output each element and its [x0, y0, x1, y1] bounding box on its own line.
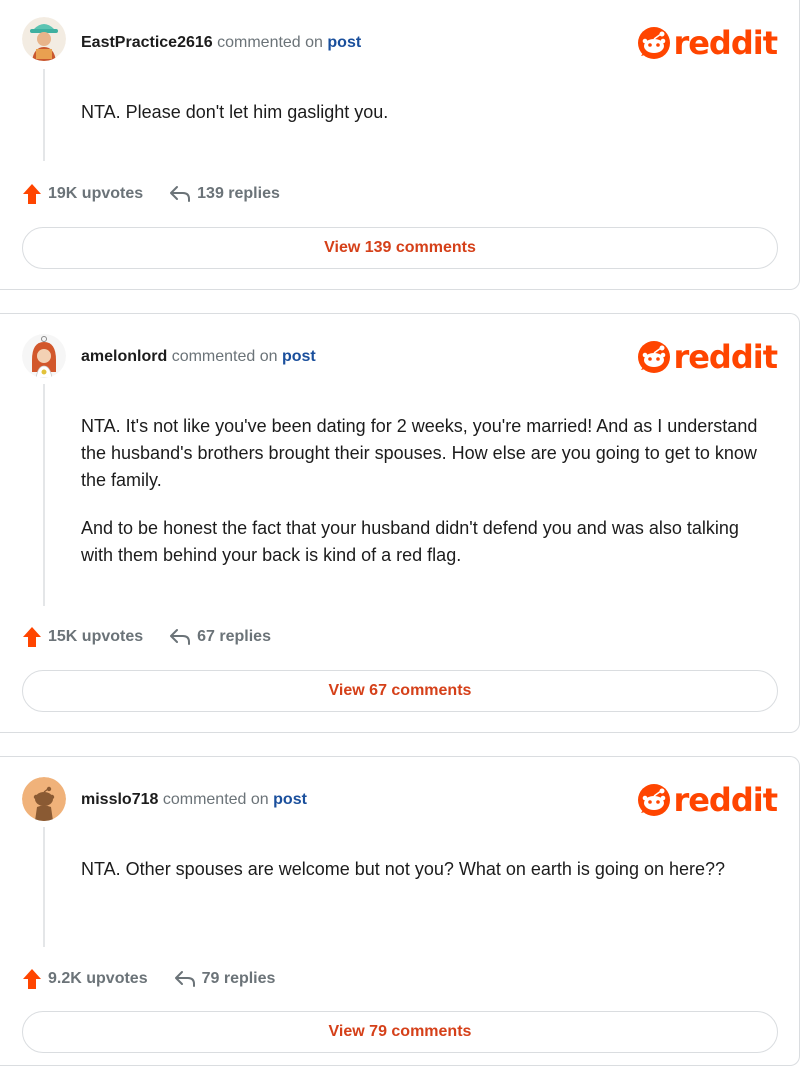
upvote-count: 15K upvotes	[48, 628, 144, 645]
comment-paragraph: NTA. Please don't let him gaslight you.	[81, 102, 389, 122]
comment-actions: 19K upvotes 139 replies	[22, 183, 280, 205]
post-link[interactable]: post	[327, 34, 361, 51]
reply-arrow-icon	[174, 971, 195, 987]
reddit-snoo-icon	[638, 341, 671, 373]
comment-body: NTA. It's not like you've been dating fo…	[81, 413, 761, 569]
reddit-logo[interactable]: reddit	[637, 338, 778, 376]
comment-actions: 15K upvotes 67 replies	[22, 626, 271, 648]
upvote-arrow-icon	[23, 627, 41, 647]
upvote-arrow-icon	[23, 184, 41, 204]
comment-header: amelonlord commented on post	[81, 347, 316, 367]
username[interactable]: amelonlord	[81, 348, 167, 365]
commented-on-text: commented on	[162, 791, 269, 808]
thread-line	[43, 384, 45, 606]
comment-header: EastPractice2616 commented on post	[81, 33, 361, 53]
thread-line	[43, 69, 45, 161]
comment-body: NTA. Please don't let him gaslight you.	[81, 99, 761, 126]
user-avatar[interactable]	[22, 17, 66, 61]
post-link[interactable]: post	[273, 791, 307, 808]
replies-count: 79 replies	[201, 970, 276, 987]
commented-on-text: commented on	[217, 34, 323, 51]
username[interactable]: misslo718	[81, 791, 158, 808]
reddit-snoo-icon	[638, 27, 671, 59]
brand-wordmark: reddit	[673, 24, 778, 62]
view-comments-button[interactable]: View 67 comments	[22, 670, 778, 712]
user-avatar[interactable]	[22, 334, 66, 378]
replies-button[interactable]: 79 replies	[174, 970, 276, 988]
thread-line	[43, 827, 45, 947]
comment-card: amelonlord commented on post reddit NTA.…	[0, 313, 800, 733]
replies-button[interactable]: 67 replies	[169, 628, 271, 646]
view-comments-button[interactable]: View 79 comments	[22, 1011, 778, 1053]
commented-on-text: commented on	[171, 348, 278, 365]
comment-paragraph: And to be honest the fact that your husb…	[81, 518, 739, 565]
comment-paragraph: NTA. Other spouses are welcome but not y…	[81, 859, 726, 879]
upvote-button[interactable]: 15K upvotes	[22, 626, 143, 648]
replies-count: 139 replies	[197, 185, 280, 202]
comment-actions: 9.2K upvotes 79 replies	[22, 968, 275, 990]
comment-card: EastPractice2616 commented on post reddi…	[0, 0, 800, 290]
replies-button[interactable]: 139 replies	[169, 185, 280, 203]
post-link[interactable]: post	[282, 348, 316, 365]
brand-wordmark: reddit	[673, 781, 778, 819]
replies-count: 67 replies	[197, 628, 271, 645]
upvote-button[interactable]: 19K upvotes	[22, 183, 143, 205]
view-comments-button[interactable]: View 139 comments	[22, 227, 778, 269]
user-avatar[interactable]	[22, 777, 66, 821]
reddit-snoo-icon	[638, 784, 671, 816]
upvote-count: 9.2K upvotes	[48, 970, 148, 987]
reddit-logo[interactable]: reddit	[637, 781, 778, 819]
comment-header: misslo718 commented on post	[81, 790, 307, 810]
upvote-arrow-icon	[23, 969, 41, 989]
username[interactable]: EastPractice2616	[81, 34, 213, 51]
comment-card: misslo718 commented on post reddit NTA. …	[0, 756, 800, 1066]
comment-body: NTA. Other spouses are welcome but not y…	[81, 856, 761, 883]
reddit-logo[interactable]: reddit	[637, 24, 778, 62]
reply-arrow-icon	[170, 186, 191, 202]
brand-wordmark: reddit	[673, 338, 778, 376]
comment-paragraph: NTA. It's not like you've been dating fo…	[81, 416, 758, 490]
upvote-count: 19K upvotes	[48, 185, 144, 202]
reply-arrow-icon	[170, 629, 191, 645]
upvote-button[interactable]: 9.2K upvotes	[22, 968, 148, 990]
